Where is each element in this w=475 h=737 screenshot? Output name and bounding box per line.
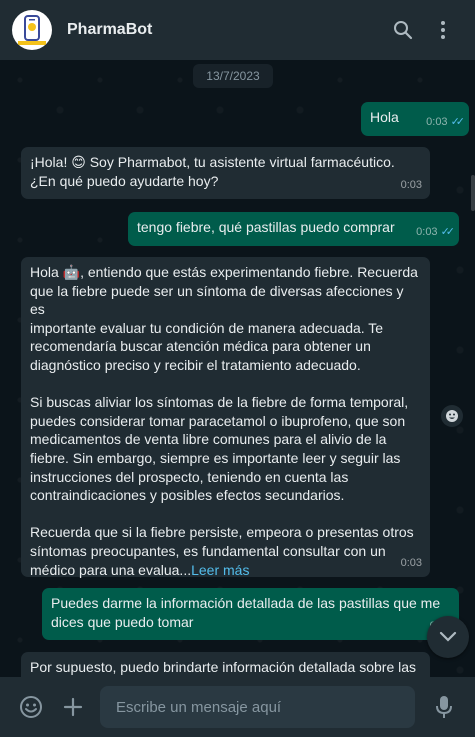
message-list[interactable]: 13/7/2023 Hola 0:03 ✓✓ ¡Hola! 😊 Soy Phar… xyxy=(0,60,475,677)
search-icon[interactable] xyxy=(383,10,423,50)
outgoing-message[interactable]: Hola 0:03 ✓✓ xyxy=(361,102,469,136)
message-input-placeholder: Escribe un mensaje aquí xyxy=(116,698,282,716)
pharmabot-logo xyxy=(18,15,46,45)
message-text-line: Si buscas aliviar los síntomas de la fie… xyxy=(30,394,409,411)
message-text-line: síntomas preocupantes, es fundamental co… xyxy=(30,542,386,559)
plus-icon[interactable] xyxy=(52,686,94,728)
message-text-line: instrucciones del prospecto, teniendo en… xyxy=(30,468,349,485)
message-time: 0:03 xyxy=(400,557,422,570)
double-check-icon: ✓✓ xyxy=(450,116,466,128)
message-time: 0:03 ✓✓ xyxy=(416,223,456,242)
message-text-line: importante evaluar tu condición de maner… xyxy=(30,319,384,336)
incoming-message[interactable]: Hola 🤖, entiendo que estás experimentand… xyxy=(21,257,430,578)
message-text-line: puedes considerar tomar paracetamol o ib… xyxy=(30,412,406,429)
message-text-line: medicamentos de venta libre comunes para… xyxy=(30,431,387,448)
message-text-line: fiebre. Sin embargo, siempre es importan… xyxy=(30,449,401,466)
emoji-icon[interactable] xyxy=(10,686,52,728)
outgoing-message[interactable]: Puedes darme la información detallada de… xyxy=(42,588,459,640)
chevron-down-icon xyxy=(439,631,457,642)
message-text: tengo fiebre, qué pastillas puedo compra… xyxy=(137,219,395,235)
read-more-link[interactable]: Leer más xyxy=(191,562,249,578)
message-text-line: ¡Hola! 😊 Soy Pharmabot, tu asistente vir… xyxy=(30,154,395,170)
outgoing-message[interactable]: tengo fiebre, qué pastillas puedo compra… xyxy=(128,212,459,246)
scroll-down-button[interactable] xyxy=(427,616,469,658)
message-text-line: que la fiebre puede ser un síntoma de di… xyxy=(30,282,404,318)
message-text-line: Hola 🤖, entiendo que estás experimentand… xyxy=(30,264,418,280)
message-text-line: dices que puedo tomar xyxy=(51,614,194,630)
incoming-message[interactable]: Por supuesto, puedo brindarte informació… xyxy=(21,652,430,677)
date-chip: 13/7/2023 xyxy=(193,64,273,88)
vertical-dots-icon[interactable] xyxy=(423,10,463,50)
message-text-line: Recuerda que si la fiebre persiste, empe… xyxy=(30,524,414,541)
message-time: 0:03 ✓✓ xyxy=(426,113,466,132)
composer: Escribe un mensaje aquí xyxy=(0,677,475,737)
react-emoji-icon[interactable] xyxy=(441,405,463,427)
avatar[interactable] xyxy=(12,10,52,50)
chat-title: PharmaBot xyxy=(67,21,153,38)
message-text-line: médico para una evalua...Leer más xyxy=(30,561,250,578)
message-input[interactable]: Escribe un mensaje aquí xyxy=(100,686,415,728)
message-time: 0:03 xyxy=(400,179,422,191)
message-text-line: recomendaría buscar atención médica para… xyxy=(30,338,371,355)
incoming-message[interactable]: ¡Hola! 😊 Soy Pharmabot, tu asistente vir… xyxy=(21,147,430,199)
double-check-icon: ✓✓ xyxy=(440,226,456,238)
message-text-line: contraindicaciones y posibles efectos se… xyxy=(30,487,345,504)
message-text-line: Por supuesto, puedo brindarte informació… xyxy=(30,659,417,675)
scrollbar[interactable] xyxy=(471,175,475,211)
chat-header: PharmaBot xyxy=(0,0,475,60)
message-text-line: ¿En qué puedo ayudarte hoy? xyxy=(30,173,219,189)
message-text-line: diagnóstico preciso y recibir el tratami… xyxy=(30,356,361,373)
message-text: Hola xyxy=(370,109,399,125)
message-text-line: Puedes darme la información detallada de… xyxy=(51,595,441,611)
microphone-icon[interactable] xyxy=(423,686,465,728)
